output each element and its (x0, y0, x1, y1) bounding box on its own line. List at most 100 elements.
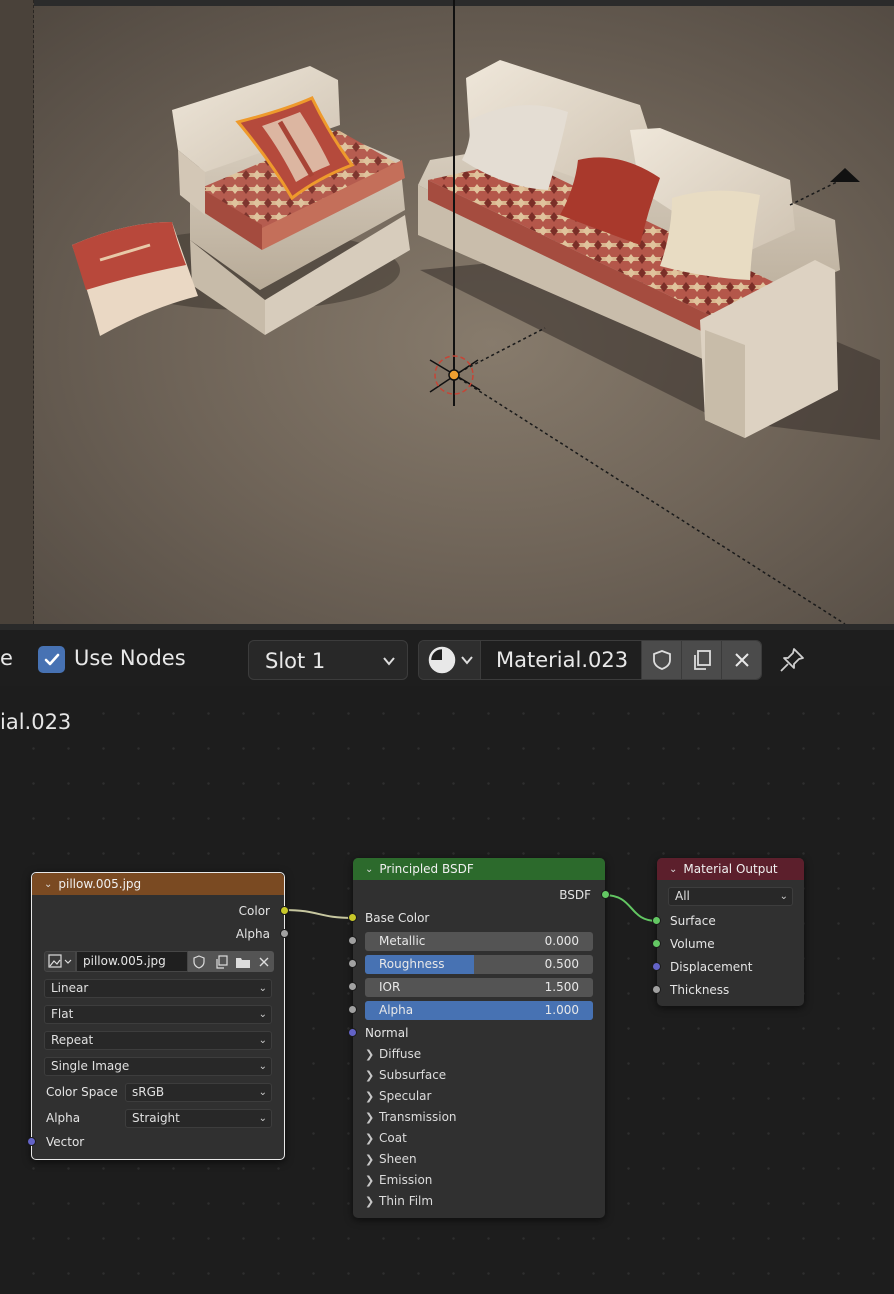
projection-select[interactable]: Flat ⌄ (44, 1005, 272, 1024)
alpha-field[interactable]: Alpha 1.000 (365, 1001, 593, 1020)
input-normal-socket[interactable] (348, 1028, 357, 1037)
close-icon (734, 653, 749, 667)
collapse-chevron-icon[interactable]: ⌄ (365, 864, 373, 875)
panel-transmission-label: Transmission (379, 1110, 457, 1124)
input-displacement-label: Displacement (670, 960, 753, 974)
material-name-field[interactable]: Material.023 (481, 641, 641, 679)
panel-emission-label: Emission (379, 1173, 433, 1187)
output-node-title: Material Output (683, 862, 778, 876)
browse-material-button[interactable] (419, 641, 481, 679)
pin-button[interactable] (774, 642, 810, 678)
color-space-select[interactable]: sRGB ⌄ (125, 1083, 272, 1102)
output-color-socket[interactable] (280, 906, 289, 915)
material-output-node[interactable]: ⌄ Material Output All ⌄ Surface Volume Di… (652, 858, 804, 1006)
unlink-image-button[interactable] (254, 951, 274, 972)
pin-icon (780, 648, 804, 672)
ior-field[interactable]: IOR 1.500 (365, 978, 593, 997)
alpha-mode-select[interactable]: Straight ⌄ (125, 1109, 272, 1128)
material-sphere-icon (428, 646, 473, 674)
interpolation-select[interactable]: Linear ⌄ (44, 979, 272, 998)
panel-sheen[interactable]: ❯ Sheen (365, 1152, 417, 1166)
image-name-field[interactable]: pillow.005.jpg (76, 951, 188, 972)
roughness-field[interactable]: Roughness 0.500 (365, 955, 593, 974)
light-origin-dot[interactable] (448, 369, 460, 381)
roughness-label: Roughness (379, 957, 445, 971)
unlink-material-button[interactable] (721, 641, 761, 679)
panel-diffuse-label: Diffuse (379, 1047, 422, 1061)
chevron-down-icon: ⌄ (258, 1035, 267, 1046)
panel-transmission[interactable]: ❯ Transmission (365, 1110, 457, 1124)
panel-diffuse[interactable]: ❯ Diffuse (365, 1047, 421, 1061)
viewport-scene (72, 0, 880, 624)
image-fake-user-button[interactable] (188, 951, 210, 972)
image-node-header[interactable]: ⌄ pillow.005.jpg (32, 873, 284, 895)
node-editor-canvas[interactable]: ial.023 ⌄ pillow.005.jpg Color Alpha pil… (0, 686, 894, 1294)
link-color-to-base-color[interactable] (283, 909, 354, 919)
output-bsdf-socket[interactable] (601, 890, 610, 899)
input-thickness-socket[interactable] (652, 985, 661, 994)
use-nodes-checkbox[interactable] (38, 646, 65, 673)
bsdf-node-header[interactable]: ⌄ Principled BSDF (353, 858, 605, 880)
silk-pillow (660, 190, 760, 280)
chevron-right-icon: ❯ (365, 1069, 375, 1082)
slot-select[interactable]: Slot 1 (248, 640, 408, 680)
input-metallic-socket[interactable] (348, 936, 357, 945)
input-volume-socket[interactable] (652, 939, 661, 948)
input-thickness-label: Thickness (670, 983, 730, 997)
node-editor-header: e Use Nodes Slot 1 Material.023 (0, 624, 894, 686)
input-displacement-socket[interactable] (652, 962, 661, 971)
image-selector: pillow.005.jpg (44, 951, 274, 972)
input-surface-socket[interactable] (652, 916, 661, 925)
duplicate-icon (693, 650, 711, 670)
input-vector-socket[interactable] (27, 1137, 36, 1146)
collapse-chevron-icon[interactable]: ⌄ (44, 879, 52, 890)
panel-coat[interactable]: ❯ Coat (365, 1131, 407, 1145)
close-icon (259, 957, 269, 966)
duplicate-material-button[interactable] (681, 641, 721, 679)
chevron-right-icon: ❯ (365, 1195, 375, 1208)
extension-select[interactable]: Repeat ⌄ (44, 1031, 272, 1050)
alpha-mode-label: Alpha (46, 1111, 81, 1125)
3d-viewport[interactable] (0, 0, 894, 624)
alpha-label: Alpha (379, 1003, 414, 1017)
input-base-color-socket[interactable] (348, 913, 357, 922)
panel-thin-film[interactable]: ❯ Thin Film (365, 1194, 433, 1208)
output-node-header[interactable]: ⌄ Material Output (657, 858, 804, 880)
input-ior-socket[interactable] (348, 982, 357, 991)
shield-icon (193, 954, 205, 969)
panel-subsurface[interactable]: ❯ Subsurface (365, 1068, 446, 1082)
output-alpha-socket[interactable] (280, 929, 289, 938)
input-alpha-socket[interactable] (348, 1005, 357, 1014)
browse-image-button[interactable] (44, 951, 76, 972)
render-target-value: All (675, 889, 690, 903)
image-texture-node[interactable]: ⌄ pillow.005.jpg Color Alpha pillow.005.… (27, 872, 289, 1160)
header-left-fragment: e (0, 646, 13, 670)
image-duplicate-button[interactable] (210, 951, 232, 972)
chevron-down-icon: ⌄ (779, 891, 788, 902)
fake-user-button[interactable] (641, 641, 681, 679)
extension-value: Repeat (51, 1033, 94, 1047)
source-select[interactable]: Single Image ⌄ (44, 1057, 272, 1076)
collapse-chevron-icon[interactable]: ⌄ (669, 864, 677, 875)
render-target-select[interactable]: All ⌄ (668, 887, 793, 906)
sun-direction-line (453, 327, 546, 376)
chevron-down-icon: ⌄ (258, 1113, 267, 1124)
input-roughness-socket[interactable] (348, 959, 357, 968)
material-selector: Material.023 (418, 640, 762, 680)
color-space-label: Color Space (46, 1085, 118, 1099)
image-node-title: pillow.005.jpg (58, 877, 142, 891)
open-image-button[interactable] (232, 951, 254, 972)
panel-subsurface-label: Subsurface (379, 1068, 447, 1082)
link-bsdf-to-surface[interactable] (603, 894, 658, 922)
chevron-right-icon: ❯ (365, 1111, 375, 1124)
principled-bsdf-node[interactable]: ⌄ Principled BSDF BSDF Base Color Metall… (348, 858, 610, 1218)
input-base-color-label: Base Color (365, 911, 430, 925)
panel-specular[interactable]: ❯ Specular (365, 1089, 431, 1103)
input-surface-label: Surface (670, 914, 716, 928)
panel-emission[interactable]: ❯ Emission (365, 1173, 432, 1187)
panel-coat-label: Coat (379, 1131, 407, 1145)
metallic-field[interactable]: Metallic 0.000 (365, 932, 593, 951)
chevron-right-icon: ❯ (365, 1174, 375, 1187)
use-nodes-label: Use Nodes (74, 646, 186, 670)
chevron-right-icon: ❯ (365, 1153, 375, 1166)
